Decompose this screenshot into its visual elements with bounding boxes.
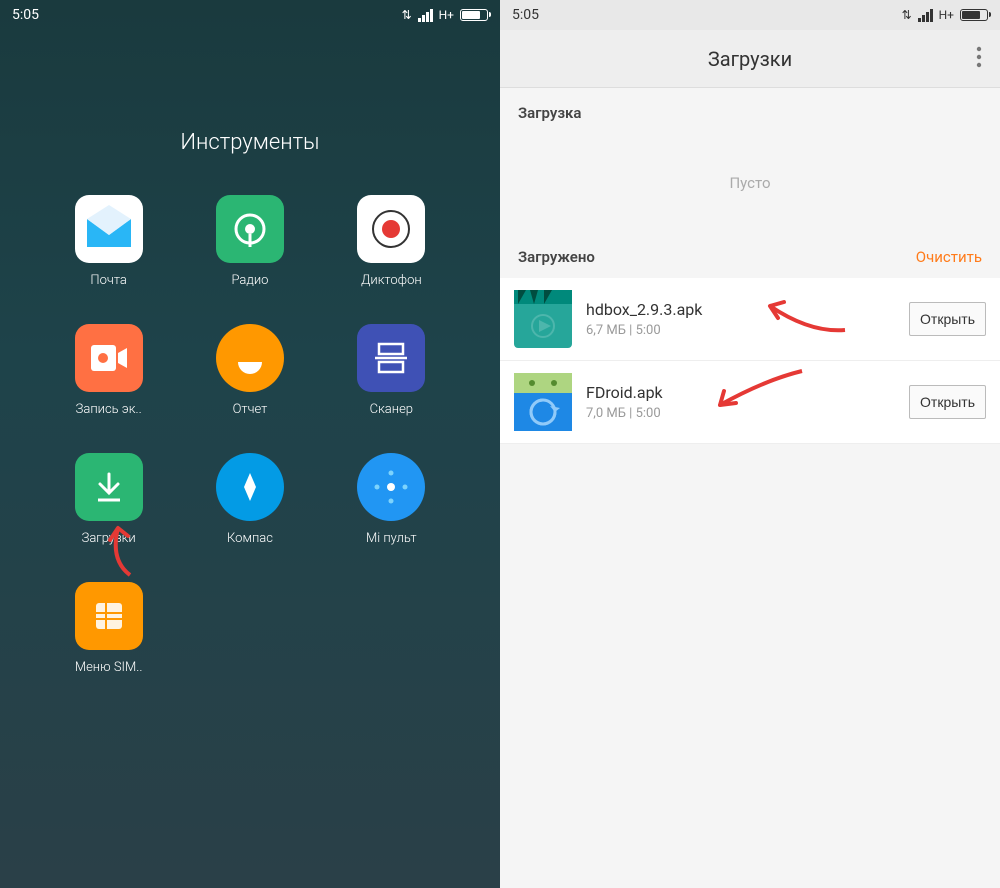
title-bar: Загрузки	[500, 30, 1000, 88]
network-type: H+	[439, 8, 454, 22]
app-sim-menu[interactable]: Меню SIM..	[48, 582, 169, 675]
apk-thumb-icon	[514, 290, 572, 348]
folder-title: Инструменты	[0, 130, 500, 155]
app-mail[interactable]: Почта	[48, 195, 169, 288]
section-downloading: Загрузка	[500, 88, 1000, 134]
open-button[interactable]: Открыть	[909, 385, 986, 419]
open-button[interactable]: Открыть	[909, 302, 986, 336]
feedback-icon	[216, 324, 284, 392]
screen-recorder-icon	[75, 324, 143, 392]
download-meta: 6,7 МБ | 5:00	[586, 323, 895, 338]
app-recorder[interactable]: Диктофон	[331, 195, 452, 288]
clear-button[interactable]: Очистить	[916, 248, 982, 266]
battery-icon	[460, 9, 488, 21]
status-time: 5:05	[12, 7, 402, 23]
downloads-icon	[75, 453, 143, 521]
status-bar: 5:05 ⇅ H+	[500, 0, 1000, 30]
status-time: 5:05	[512, 7, 902, 23]
app-feedback[interactable]: Отчет	[189, 324, 310, 417]
app-grid: Почта Радио Диктофон Запись эк.. Отчет	[0, 195, 500, 675]
mail-icon	[75, 195, 143, 263]
download-item[interactable]: FDroid.apk 7,0 МБ | 5:00 Открыть	[500, 361, 1000, 444]
app-compass[interactable]: Компас	[189, 453, 310, 546]
data-transfer-icon: ⇅	[902, 8, 912, 22]
apk-thumb-icon	[514, 373, 572, 431]
overflow-menu-button[interactable]	[976, 46, 982, 72]
battery-icon	[960, 9, 988, 21]
remote-icon	[357, 453, 425, 521]
scanner-icon	[357, 324, 425, 392]
recorder-icon	[357, 195, 425, 263]
download-name: hdbox_2.9.3.apk	[586, 300, 895, 319]
downloads-list: hdbox_2.9.3.apk 6,7 МБ | 5:00 Открыть FD…	[500, 278, 1000, 444]
download-meta: 7,0 МБ | 5:00	[586, 406, 895, 421]
status-bar: 5:05 ⇅ H+	[0, 0, 500, 30]
signal-icon	[418, 9, 433, 22]
download-name: FDroid.apk	[586, 383, 895, 402]
downloads-screen: 5:05 ⇅ H+ Загрузки Загрузка Пусто Загруж…	[500, 0, 1000, 888]
empty-state: Пусто	[500, 134, 1000, 232]
compass-icon	[216, 453, 284, 521]
more-vert-icon	[976, 46, 982, 68]
network-type: H+	[939, 8, 954, 22]
sim-icon	[75, 582, 143, 650]
signal-icon	[918, 9, 933, 22]
radio-icon	[216, 195, 284, 263]
download-item[interactable]: hdbox_2.9.3.apk 6,7 МБ | 5:00 Открыть	[500, 278, 1000, 361]
app-radio[interactable]: Радио	[189, 195, 310, 288]
home-screen-folder: 5:05 ⇅ H+ Инструменты Почта Радио Дик	[0, 0, 500, 888]
page-title: Загрузки	[708, 47, 792, 71]
section-downloaded: Загружено Очистить	[500, 232, 1000, 278]
app-downloads[interactable]: Загрузки	[48, 453, 169, 546]
app-scanner[interactable]: Сканер	[331, 324, 452, 417]
data-transfer-icon: ⇅	[402, 8, 412, 22]
app-mi-remote[interactable]: Mi пульт	[331, 453, 452, 546]
app-screen-recorder[interactable]: Запись эк..	[48, 324, 169, 417]
